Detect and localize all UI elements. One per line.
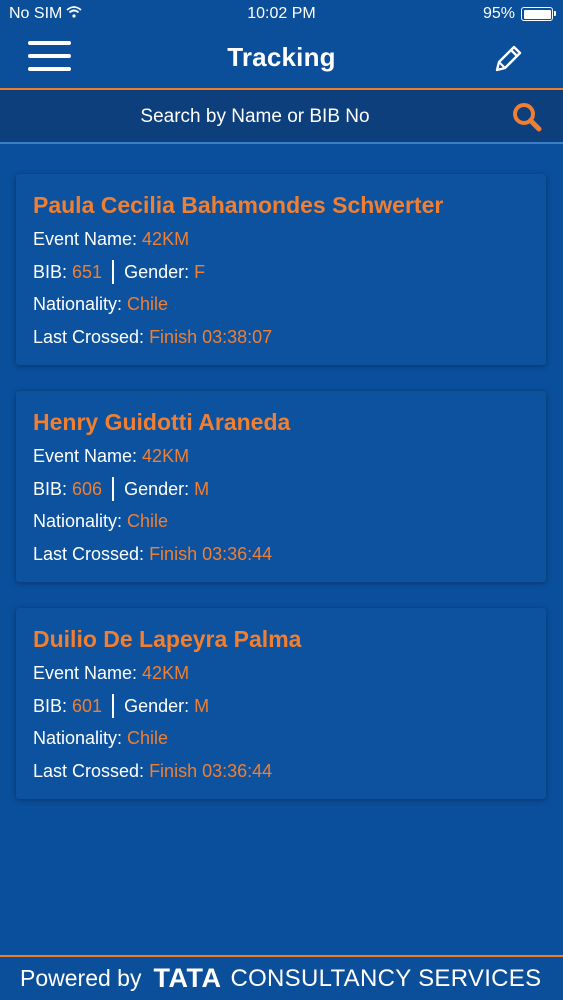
divider [112, 693, 115, 718]
event-row: Event Name: 42KM [33, 657, 529, 690]
last-crossed-value: Finish 03:36:44 [149, 760, 273, 781]
battery-percent: 95% [482, 5, 515, 22]
event-row: Event Name: 42KM [33, 440, 529, 473]
bib-value: 606 [72, 478, 103, 499]
gender-value: M [194, 478, 210, 499]
app-header: Tracking [0, 30, 563, 88]
nationality-row: Nationality: Chile [33, 505, 529, 538]
last-crossed-label: Last Crossed: [33, 760, 145, 781]
participant-card[interactable]: Henry Guidotti Araneda Event Name: 42KM … [16, 391, 546, 582]
bib-gender-row: BIB: 601 Gender: M [33, 690, 529, 723]
bib-gender-row: BIB: 606 Gender: M [33, 473, 529, 506]
last-crossed-row: Last Crossed: Finish 03:38:07 [33, 321, 529, 354]
powered-by-label: Powered by [20, 965, 142, 991]
participant-card[interactable]: Paula Cecilia Bahamondes Schwerter Event… [16, 174, 546, 365]
search-bar [0, 90, 563, 144]
nationality-value: Chile [127, 511, 169, 532]
divider [112, 259, 115, 284]
nationality-row: Nationality: Chile [33, 288, 529, 321]
status-time: 10:02 PM [247, 5, 316, 22]
nationality-value: Chile [127, 728, 169, 749]
search-icon[interactable] [511, 101, 543, 133]
last-crossed-row: Last Crossed: Finish 03:36:44 [33, 755, 529, 788]
last-crossed-value: Finish 03:36:44 [149, 543, 273, 564]
pencil-icon[interactable] [491, 42, 525, 76]
footer: Powered by TATA CONSULTANCY SERVICES [0, 955, 563, 1000]
bib-gender-row: BIB: 651 Gender: F [33, 256, 529, 289]
participant-name: Henry Guidotti Araneda [33, 409, 291, 435]
bib-value: 651 [72, 261, 103, 282]
company-name: CONSULTANCY SERVICES [230, 964, 542, 992]
status-right: 95% [482, 5, 556, 23]
last-crossed-label: Last Crossed: [33, 326, 145, 347]
nationality-label: Nationality: [33, 728, 123, 749]
gender-value: F [194, 261, 206, 282]
search-input[interactable] [20, 98, 490, 136]
nationality-value: Chile [127, 294, 169, 315]
event-name-label: Event Name: [33, 229, 138, 250]
participant-name: Paula Cecilia Bahamondes Schwerter [33, 192, 444, 218]
bib-label: BIB: [33, 695, 68, 716]
gender-label: Gender: [124, 261, 190, 282]
gender-value: M [194, 695, 210, 716]
bib-label: BIB: [33, 478, 68, 499]
nationality-label: Nationality: [33, 294, 123, 315]
participant-card[interactable]: Duilio De Lapeyra Palma Event Name: 42KM… [16, 608, 546, 799]
gender-label: Gender: [124, 478, 190, 499]
last-crossed-value: Finish 03:38:07 [149, 326, 273, 347]
last-crossed-row: Last Crossed: Finish 03:36:44 [33, 538, 529, 571]
last-crossed-label: Last Crossed: [33, 543, 145, 564]
event-name-value: 42KM [142, 446, 190, 467]
divider [112, 476, 115, 501]
event-name-value: 42KM [142, 229, 190, 250]
event-name-value: 42KM [142, 663, 190, 684]
nationality-row: Nationality: Chile [33, 722, 529, 755]
participant-list: Paula Cecilia Bahamondes Schwerter Event… [16, 174, 546, 825]
event-name-label: Event Name: [33, 663, 138, 684]
participant-name: Duilio De Lapeyra Palma [33, 626, 302, 652]
page-title: Tracking [227, 42, 336, 72]
battery-icon [521, 7, 556, 21]
gender-label: Gender: [124, 695, 190, 716]
nationality-label: Nationality: [33, 511, 123, 532]
bib-label: BIB: [33, 261, 68, 282]
event-row: Event Name: 42KM [33, 223, 529, 256]
event-name-label: Event Name: [33, 446, 138, 467]
status-bar: No SIM 10:02 PM 95% [0, 0, 563, 30]
tata-logo: TATA [153, 963, 222, 993]
bib-value: 601 [72, 695, 103, 716]
